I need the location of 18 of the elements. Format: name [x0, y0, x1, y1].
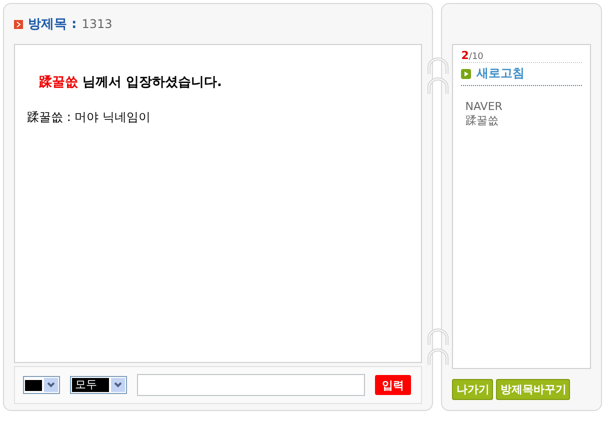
refresh-button[interactable]: 새로고침 — [461, 62, 582, 86]
action-button[interactable]: 방제목바꾸기 — [496, 379, 570, 400]
arrow-icon — [14, 20, 23, 28]
play-icon — [461, 68, 472, 78]
caret-icon — [111, 378, 125, 392]
action-button[interactable]: 나가기 — [452, 379, 494, 400]
system-message: 蹂꿀씂 님께서 입장하셨습니다. — [38, 74, 223, 91]
room-title: 1313 — [82, 17, 112, 31]
user-name[interactable]: 蹂꿀씂 — [465, 113, 578, 128]
send-button[interactable]: 입력 — [375, 375, 411, 395]
target-select[interactable]: 모두 — [70, 376, 127, 394]
color-select[interactable] — [23, 376, 60, 394]
user-count: 2/10 — [461, 49, 484, 62]
message-field[interactable] — [137, 374, 365, 396]
room-label: 방제목 : — [28, 16, 77, 33]
chat-message: 蹂꿀씂 : 머야 닉네임이 — [27, 109, 152, 126]
user-name[interactable]: NAVER — [465, 100, 578, 113]
caret-icon — [44, 378, 58, 392]
